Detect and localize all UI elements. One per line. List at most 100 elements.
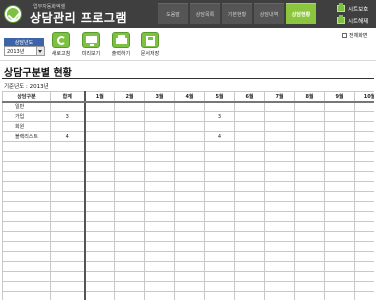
value-cell[interactable] bbox=[204, 121, 235, 132]
fullscreen-toggle[interactable]: 전체화면 bbox=[342, 32, 367, 39]
value-cell[interactable] bbox=[50, 121, 86, 132]
empty-cell[interactable] bbox=[2, 191, 51, 202]
year-select[interactable]: 2013년 bbox=[4, 46, 45, 56]
category-cell[interactable]: 가입 bbox=[2, 111, 51, 122]
value-cell[interactable] bbox=[174, 121, 205, 132]
empty-cell[interactable] bbox=[264, 151, 295, 162]
empty-cell[interactable] bbox=[294, 191, 325, 202]
empty-cell[interactable] bbox=[294, 251, 325, 262]
empty-cell[interactable] bbox=[84, 261, 115, 272]
empty-cell[interactable] bbox=[204, 201, 235, 212]
empty-cell[interactable] bbox=[204, 161, 235, 172]
empty-cell[interactable] bbox=[264, 191, 295, 202]
empty-cell[interactable] bbox=[84, 221, 115, 232]
empty-cell[interactable] bbox=[174, 211, 205, 222]
empty-cell[interactable] bbox=[50, 191, 86, 202]
empty-cell[interactable] bbox=[324, 291, 355, 300]
empty-cell[interactable] bbox=[354, 171, 374, 182]
empty-cell[interactable] bbox=[234, 161, 265, 172]
empty-cell[interactable] bbox=[50, 171, 86, 182]
empty-cell[interactable] bbox=[2, 241, 51, 252]
value-cell[interactable] bbox=[324, 131, 355, 142]
empty-cell[interactable] bbox=[50, 231, 86, 242]
empty-cell[interactable] bbox=[50, 281, 86, 292]
empty-cell[interactable] bbox=[144, 171, 175, 182]
empty-cell[interactable] bbox=[324, 241, 355, 252]
value-cell[interactable] bbox=[234, 121, 265, 132]
print-button[interactable]: 출력하기 bbox=[108, 32, 134, 58]
value-cell[interactable] bbox=[264, 131, 295, 142]
empty-cell[interactable] bbox=[174, 271, 205, 282]
empty-cell[interactable] bbox=[50, 151, 86, 162]
chevron-down-icon[interactable] bbox=[36, 47, 44, 55]
value-cell[interactable] bbox=[174, 111, 205, 122]
empty-cell[interactable] bbox=[354, 211, 374, 222]
empty-cell[interactable] bbox=[144, 141, 175, 152]
empty-cell[interactable] bbox=[204, 181, 235, 192]
empty-cell[interactable] bbox=[234, 241, 265, 252]
value-cell[interactable] bbox=[294, 131, 325, 142]
empty-cell[interactable] bbox=[2, 141, 51, 152]
value-cell[interactable] bbox=[324, 101, 355, 112]
empty-cell[interactable] bbox=[174, 241, 205, 252]
empty-cell[interactable] bbox=[50, 201, 86, 212]
value-cell[interactable] bbox=[234, 131, 265, 142]
empty-cell[interactable] bbox=[294, 181, 325, 192]
category-cell[interactable]: 블랙리스트 bbox=[2, 131, 51, 142]
empty-cell[interactable] bbox=[234, 151, 265, 162]
empty-cell[interactable] bbox=[234, 211, 265, 222]
empty-cell[interactable] bbox=[114, 151, 145, 162]
empty-cell[interactable] bbox=[84, 251, 115, 262]
value-cell[interactable] bbox=[114, 131, 145, 142]
empty-cell[interactable] bbox=[294, 271, 325, 282]
empty-cell[interactable] bbox=[324, 211, 355, 222]
value-cell[interactable] bbox=[114, 101, 145, 112]
value-cell[interactable]: 4 bbox=[204, 131, 235, 142]
value-cell[interactable]: 4 bbox=[50, 131, 86, 142]
empty-cell[interactable] bbox=[174, 231, 205, 242]
empty-cell[interactable] bbox=[234, 221, 265, 232]
empty-cell[interactable] bbox=[264, 291, 295, 300]
empty-cell[interactable] bbox=[324, 221, 355, 232]
empty-cell[interactable] bbox=[294, 141, 325, 152]
value-cell[interactable] bbox=[354, 101, 374, 112]
empty-cell[interactable] bbox=[174, 151, 205, 162]
empty-cell[interactable] bbox=[2, 291, 51, 300]
empty-cell[interactable] bbox=[50, 241, 86, 252]
empty-cell[interactable] bbox=[174, 261, 205, 272]
empty-cell[interactable] bbox=[84, 241, 115, 252]
empty-cell[interactable] bbox=[264, 181, 295, 192]
empty-cell[interactable] bbox=[264, 241, 295, 252]
empty-cell[interactable] bbox=[204, 171, 235, 182]
empty-cell[interactable] bbox=[234, 141, 265, 152]
empty-cell[interactable] bbox=[50, 161, 86, 172]
category-cell[interactable]: 회원 bbox=[2, 121, 51, 132]
empty-cell[interactable] bbox=[324, 281, 355, 292]
empty-cell[interactable] bbox=[264, 261, 295, 272]
empty-cell[interactable] bbox=[324, 171, 355, 182]
empty-cell[interactable] bbox=[144, 261, 175, 272]
empty-cell[interactable] bbox=[234, 191, 265, 202]
empty-cell[interactable] bbox=[354, 291, 374, 300]
empty-cell[interactable] bbox=[294, 291, 325, 300]
value-cell[interactable] bbox=[84, 101, 115, 112]
empty-cell[interactable] bbox=[204, 291, 235, 300]
value-cell[interactable] bbox=[84, 121, 115, 132]
empty-cell[interactable] bbox=[264, 231, 295, 242]
empty-cell[interactable] bbox=[174, 291, 205, 300]
empty-cell[interactable] bbox=[174, 141, 205, 152]
empty-cell[interactable] bbox=[204, 251, 235, 262]
value-cell[interactable] bbox=[144, 101, 175, 112]
empty-cell[interactable] bbox=[84, 211, 115, 222]
empty-cell[interactable] bbox=[264, 141, 295, 152]
empty-cell[interactable] bbox=[234, 231, 265, 242]
empty-cell[interactable] bbox=[50, 211, 86, 222]
empty-cell[interactable] bbox=[324, 151, 355, 162]
empty-cell[interactable] bbox=[354, 231, 374, 242]
empty-cell[interactable] bbox=[2, 281, 51, 292]
empty-cell[interactable] bbox=[144, 161, 175, 172]
empty-cell[interactable] bbox=[204, 241, 235, 252]
empty-cell[interactable] bbox=[114, 271, 145, 282]
empty-cell[interactable] bbox=[234, 181, 265, 192]
empty-cell[interactable] bbox=[144, 181, 175, 192]
